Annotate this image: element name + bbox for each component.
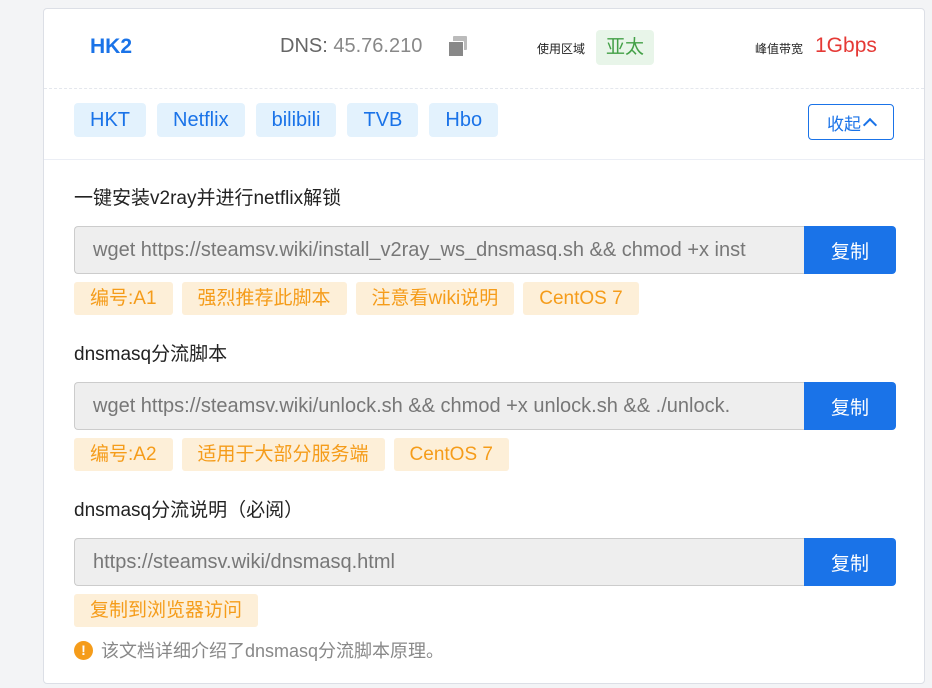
bandwidth-label: 峰值带宽	[755, 42, 804, 56]
server-header: HK2 DNS: 45.76.210 使用区域 亚太 峰值带宽 1Gbps	[44, 9, 924, 89]
chevron-up-icon	[862, 117, 878, 132]
copy-button[interactable]: 复制	[804, 226, 896, 274]
region-tag: 亚太	[596, 30, 655, 65]
badge-list: 复制到浏览器访问	[74, 594, 259, 627]
section-title: dnsmasq分流脚本	[74, 344, 228, 365]
badge: 强烈推荐此脚本	[181, 282, 347, 315]
command-row: wget https://steamsv.wiki/install_v2ray_…	[74, 226, 896, 274]
section-dnsmasq-doc: dnsmasq分流说明（必阅） https://steamsv.wiki/dns…	[74, 498, 896, 627]
bandwidth-value: 1Gbps	[815, 34, 877, 57]
tag: TVB	[347, 103, 419, 137]
badge: 注意看wiki说明	[355, 282, 515, 315]
collapse-label: 收起	[827, 114, 861, 134]
tag: Netflix	[157, 103, 245, 137]
server-name: HK2	[90, 35, 133, 58]
badge: CentOS 7	[393, 438, 509, 471]
dns-info: DNS: 45.76.210	[280, 35, 423, 58]
info-note: ! 该文档详细介绍了dnsmasq分流脚本原理。	[74, 637, 444, 663]
warning-icon: !	[74, 640, 93, 660]
copy-button[interactable]: 复制	[804, 382, 896, 430]
badge: 编号:A2	[74, 438, 173, 471]
badge: CentOS 7	[523, 282, 639, 315]
section-title: 一键安装v2ray并进行netflix解锁	[74, 188, 342, 209]
server-card: HK2 DNS: 45.76.210 使用区域 亚太 峰值带宽 1Gbps HK…	[43, 8, 925, 684]
tag: bilibili	[255, 103, 337, 137]
dns-label: DNS:	[280, 35, 328, 57]
collapse-button[interactable]: 收起	[808, 104, 894, 140]
badge-list: 编号:A1 强烈推荐此脚本 注意看wiki说明 CentOS 7	[74, 282, 639, 315]
badge: 复制到浏览器访问	[74, 594, 259, 627]
badge-list: 编号:A2 适用于大部分服务端 CentOS 7	[74, 438, 509, 471]
tag-bar: HKT Netflix bilibili TVB Hbo 收起	[44, 89, 924, 160]
command-row: https://steamsv.wiki/dnsmasq.html 复制	[74, 538, 896, 586]
tag: Hbo	[429, 103, 499, 137]
section-title: dnsmasq分流说明（必阅）	[74, 500, 304, 521]
badge: 编号:A1	[74, 282, 173, 315]
tag: HKT	[74, 103, 146, 137]
badge: 适用于大部分服务端	[181, 438, 385, 471]
url-input[interactable]: https://steamsv.wiki/dnsmasq.html	[74, 538, 804, 586]
region-label: 使用区域	[537, 42, 586, 56]
note-text: 该文档详细介绍了dnsmasq分流脚本原理。	[101, 641, 445, 661]
dns-value: 45.76.210	[333, 35, 423, 57]
service-tags: HKT Netflix bilibili TVB Hbo	[74, 103, 499, 137]
copy-button[interactable]: 复制	[804, 538, 896, 586]
command-input[interactable]: wget https://steamsv.wiki/unlock.sh && c…	[74, 382, 804, 430]
section-install: 一键安装v2ray并进行netflix解锁 wget https://steam…	[74, 186, 896, 315]
command-row: wget https://steamsv.wiki/unlock.sh && c…	[74, 382, 896, 430]
section-dnsmasq-script: dnsmasq分流脚本 wget https://steamsv.wiki/un…	[74, 342, 896, 471]
command-input[interactable]: wget https://steamsv.wiki/install_v2ray_…	[74, 226, 804, 274]
copy-icon[interactable]	[448, 36, 470, 58]
